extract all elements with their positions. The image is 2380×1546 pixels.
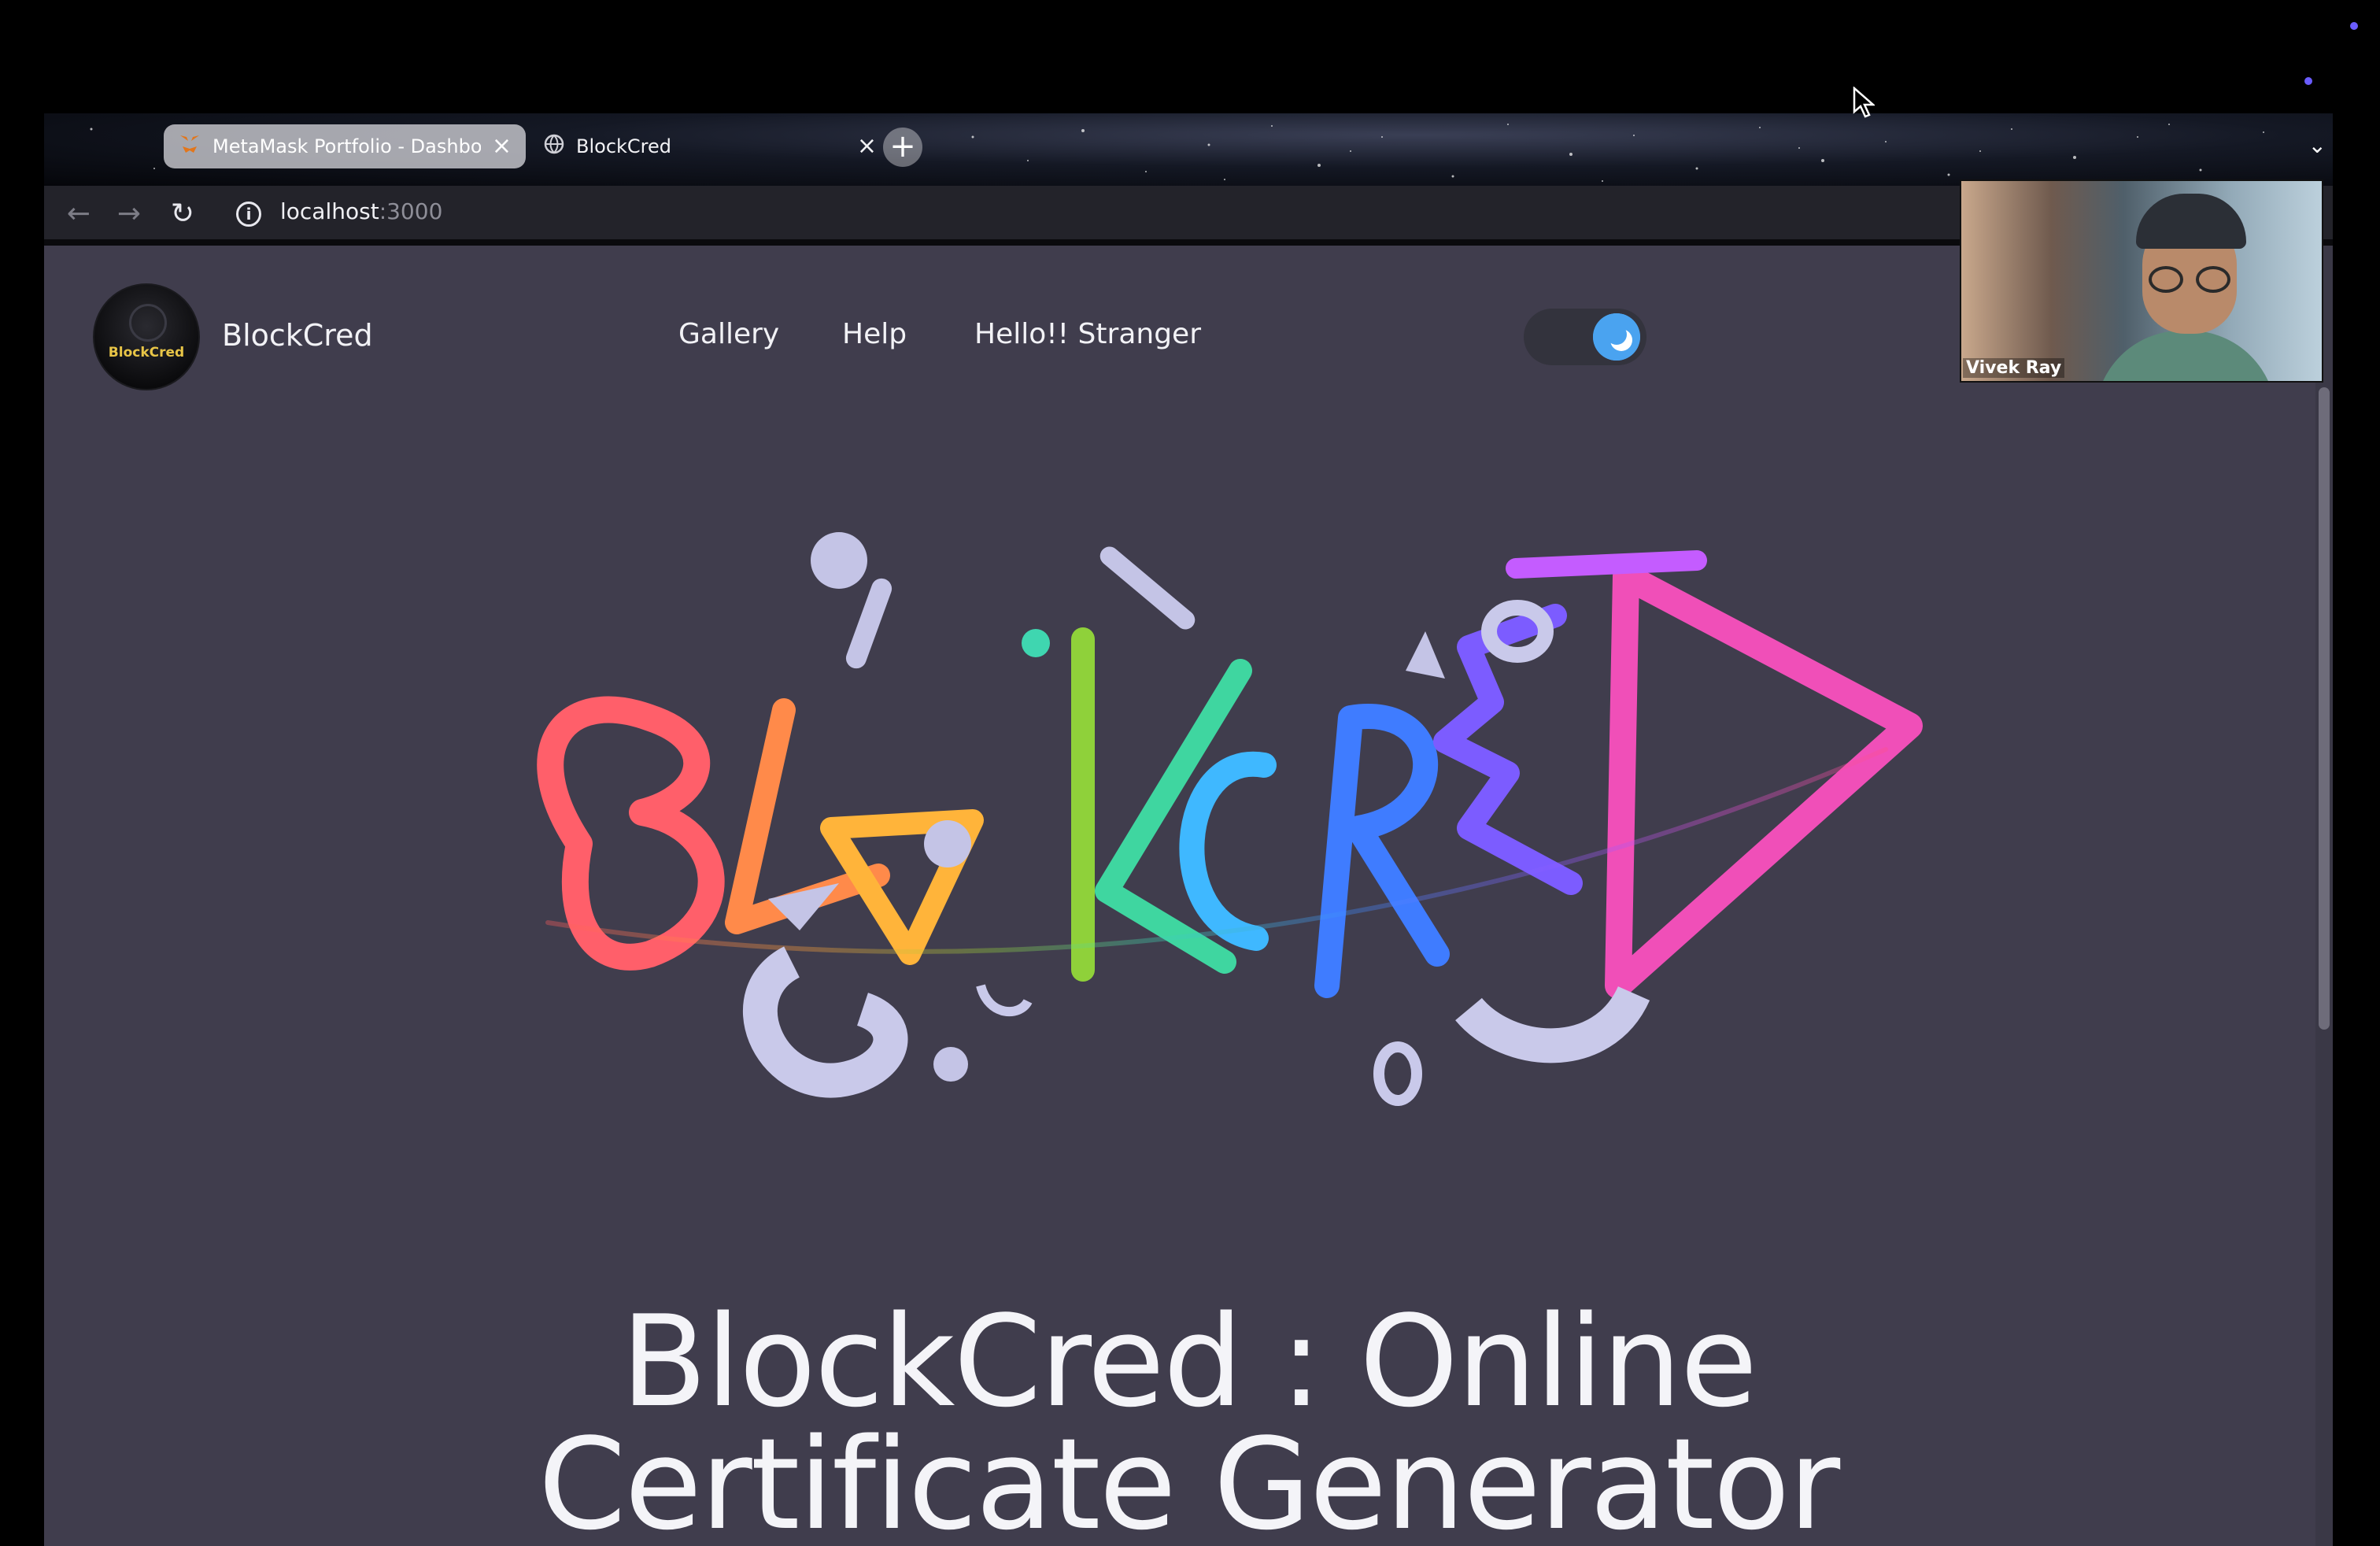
site-info-icon[interactable]: i (236, 202, 261, 227)
screen: ▭ MetaMask Portfolio - Dashboard × (0, 0, 2380, 1546)
participant-video (2095, 331, 2276, 381)
hero-title-line-1: BlockCred : Online (620, 1288, 1757, 1435)
globe-icon (543, 133, 565, 160)
close-tab-icon[interactable]: × (492, 135, 512, 158)
participant-glasses (2149, 266, 2230, 293)
scrollbar-thumb[interactable] (2319, 387, 2330, 1030)
participant-cap (2136, 194, 2246, 249)
tab-title: MetaMask Portfolio - Dashboard (213, 135, 481, 157)
nav-link-help[interactable]: Help (842, 318, 907, 350)
new-tab-button[interactable]: + (883, 128, 922, 167)
tab-title: BlockCred (576, 135, 672, 157)
moon-icon (1593, 313, 1640, 361)
mouse-cursor-icon (1853, 87, 1875, 118)
logo-emblem (129, 304, 167, 342)
address-port: :3000 (379, 198, 443, 224)
nav-link-gallery[interactable]: Gallery (678, 318, 779, 350)
close-tab-icon[interactable]: × (857, 135, 877, 158)
theme-toggle[interactable] (1524, 309, 1646, 365)
toggle-knob (1593, 313, 1640, 361)
participant-name: Vivek Ray (1963, 358, 2065, 378)
fox-icon (178, 132, 201, 161)
hero-title: BlockCred : Online Certificate Generator (44, 1288, 2333, 1546)
brand-name[interactable]: BlockCred (222, 318, 373, 353)
logo-text: BlockCred (108, 345, 185, 361)
back-button[interactable]: ← (61, 197, 96, 231)
brand-logo[interactable]: BlockCred (93, 283, 200, 390)
tab-metamask[interactable]: MetaMask Portfolio - Dashboard × (164, 124, 526, 168)
hero-graffiti-art (537, 532, 1923, 1106)
address-host: localhost (280, 198, 379, 224)
page-scrollbar[interactable] (2315, 246, 2333, 1546)
hero-title-line-2: Certificate Generator (538, 1411, 1840, 1546)
tab-strip: MetaMask Portfolio - Dashboard × BlockCr… (44, 113, 2333, 186)
tab-blockcred[interactable]: BlockCred × (529, 124, 891, 168)
web-page: BlockCred BlockCred Gallery Help Hello!!… (44, 246, 2333, 1546)
forward-button[interactable]: → (112, 197, 146, 231)
address-bar[interactable]: localhost:3000 (280, 198, 442, 224)
nav-greeting[interactable]: Hello!! Stranger (974, 318, 1201, 350)
status-dot (2350, 22, 2358, 30)
video-call-tile[interactable]: Vivek Ray (1960, 179, 2323, 383)
status-dot (2304, 77, 2312, 85)
reload-button[interactable]: ↻ (165, 197, 200, 231)
chevron-down-icon[interactable]: ⌄ (2308, 132, 2326, 158)
